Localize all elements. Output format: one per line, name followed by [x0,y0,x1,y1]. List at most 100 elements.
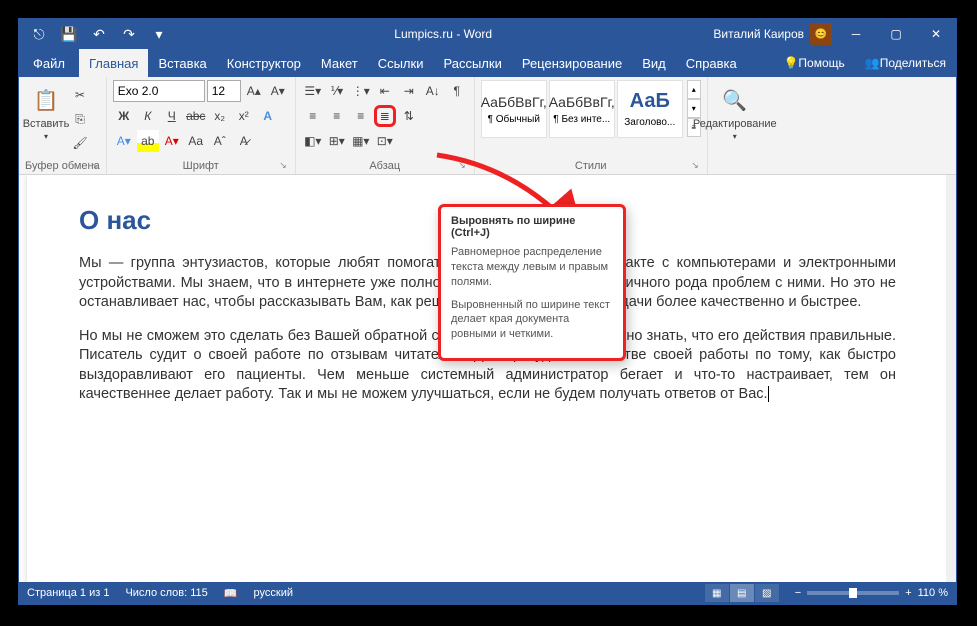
tab-tell-me[interactable]: 💡 Помощь [773,49,854,77]
editing-dropdown[interactable]: 🔍 Редактирование ▾ [714,80,756,141]
style-heading1[interactable]: АаБ Заголово... [617,80,683,138]
tab-layout[interactable]: Макет [311,49,368,77]
align-left-icon[interactable]: ≡ [302,105,324,127]
more-para-icon[interactable]: ⊡▾ [374,130,396,152]
italic-button[interactable]: К [137,105,159,127]
zoom-in-button[interactable]: + [905,587,911,599]
status-words[interactable]: Число слов: 115 [125,587,207,599]
user-name: Виталий Каиров [713,27,804,41]
zoom-level[interactable]: 110 % [918,587,948,599]
sort-icon[interactable]: A↓ [422,80,444,102]
multilevel-icon[interactable]: ⋮▾ [350,80,372,102]
zoom-out-button[interactable]: − [795,587,801,599]
highlight-icon[interactable]: ab [137,130,159,152]
minimize-button[interactable]: ─ [836,19,876,49]
status-language[interactable]: русский [254,587,293,599]
cut-icon[interactable]: ✂ [69,84,91,106]
grow-font-icon[interactable]: A▴ [243,80,265,102]
ribbon-tabs: Файл Главная Вставка Конструктор Макет С… [19,49,956,77]
tab-review[interactable]: Рецензирование [512,49,632,77]
scroll-up-icon[interactable]: ▴ [687,80,701,99]
paste-button[interactable]: 📋 Вставить ▾ [25,80,67,141]
tab-mailings[interactable]: Рассылки [433,49,511,77]
bullets-icon[interactable]: ☰▾ [302,80,324,102]
vertical-scrollbar[interactable] [946,175,956,587]
copy-icon[interactable]: ⎘ [69,108,91,130]
font-color-icon-2[interactable]: A▾ [113,130,135,152]
tab-view[interactable]: Вид [632,49,676,77]
font-size-select[interactable] [207,80,241,102]
align-center-icon[interactable]: ≡ [326,105,348,127]
group-label-styles: Стили [481,158,701,174]
tooltip-text-1: Равномерное распределение текста между л… [451,245,613,290]
strike-button[interactable]: abc [185,105,207,127]
change-case-icon[interactable]: Aa [185,130,207,152]
save-icon[interactable]: 💾 [55,22,83,46]
align-right-icon[interactable]: ≡ [350,105,372,127]
autosave-icon[interactable]: ⎋ [25,22,53,46]
maximize-button[interactable]: ▢ [876,19,916,49]
ribbon: 📋 Вставить ▾ ✂ ⎘ 🖌 Буфер обмена A▴ A▾ [19,77,956,175]
bold-button[interactable]: Ж [113,105,135,127]
grow-font-icon-2[interactable]: Aˆ [209,130,231,152]
view-print-icon[interactable]: ▤ [730,584,754,602]
text-cursor [768,386,769,402]
show-marks-icon[interactable]: ¶ [446,80,468,102]
qat-dropdown-icon[interactable]: ▾ [145,22,173,46]
zoom-slider[interactable] [807,591,899,595]
tooltip-text-2: Выровненный по ширине текст делает края … [451,298,613,343]
undo-icon[interactable]: ↶ [85,22,113,46]
clear-format-icon[interactable]: A̷ [233,130,255,152]
window-title: Lumpics.ru - Word [173,27,713,41]
status-page[interactable]: Страница 1 из 1 [27,587,109,599]
justify-button[interactable]: ≣ [374,105,396,127]
format-painter-icon[interactable]: 🖌 [69,132,91,154]
window-controls: ─ ▢ ✕ [836,19,956,49]
view-buttons: ▦ ▤ ▨ [705,584,779,602]
style-no-spacing[interactable]: АаБбВвГг, ¶ Без инте... [549,80,615,138]
tab-file[interactable]: Файл [19,49,79,77]
highlight-color-icon[interactable]: ▦▾ [350,130,372,152]
superscript-button[interactable]: x² [233,105,255,127]
tooltip-title: Выровнять по ширине (Ctrl+J) [451,215,613,239]
tab-home[interactable]: Главная [79,49,148,77]
tab-insert[interactable]: Вставка [148,49,216,77]
group-clipboard: 📋 Вставить ▾ ✂ ⎘ 🖌 Буфер обмена [19,77,107,174]
word-window: ⎋ 💾 ↶ ↷ ▾ Lumpics.ru - Word Виталий Каир… [18,18,957,605]
avatar[interactable]: 😊 [810,23,832,45]
clipboard-icon: 📋 [30,84,62,116]
style-normal[interactable]: АаБбВвГг, ¶ Обычный [481,80,547,138]
group-editing: 🔍 Редактирование ▾ . [708,77,762,174]
scroll-down-icon[interactable]: ▾ [687,99,701,118]
decrease-indent-icon[interactable]: ⇤ [374,80,396,102]
proofing-icon[interactable]: 📖 [224,587,238,600]
shrink-font-icon[interactable]: A▾ [267,80,289,102]
numbering-icon[interactable]: ⅟▾ [326,80,348,102]
tab-design[interactable]: Конструктор [217,49,311,77]
group-label-paragraph: Абзац [302,158,468,174]
tab-references[interactable]: Ссылки [368,49,434,77]
view-read-icon[interactable]: ▦ [705,584,729,602]
font-color-icon[interactable]: A▾ [161,130,183,152]
group-label-clipboard: Буфер обмена [25,158,100,174]
text-effects-icon[interactable]: A [257,105,279,127]
underline-button[interactable]: Ч [161,105,183,127]
subscript-button[interactable]: x₂ [209,105,231,127]
close-button[interactable]: ✕ [916,19,956,49]
redo-icon[interactable]: ↷ [115,22,143,46]
group-label-font: Шрифт [113,158,289,174]
line-spacing-icon[interactable]: ⇅ [398,105,420,127]
increase-indent-icon[interactable]: ⇥ [398,80,420,102]
find-icon: 🔍 [719,84,751,116]
font-name-select[interactable] [113,80,205,102]
user-area[interactable]: Виталий Каиров 😊 [713,23,836,45]
view-web-icon[interactable]: ▨ [755,584,779,602]
group-styles: АаБбВвГг, ¶ Обычный АаБбВвГг, ¶ Без инте… [475,77,708,174]
borders-icon[interactable]: ⊞▾ [326,130,348,152]
justify-tooltip: Выровнять по ширине (Ctrl+J) Равномерное… [438,204,626,361]
zoom-control: − + 110 % [795,587,948,599]
tab-share[interactable]: 👥 Поделиться [855,49,956,77]
statusbar: Страница 1 из 1 Число слов: 115 📖 русски… [19,582,956,604]
shading-icon[interactable]: ◧▾ [302,130,324,152]
tab-help[interactable]: Справка [676,49,747,77]
